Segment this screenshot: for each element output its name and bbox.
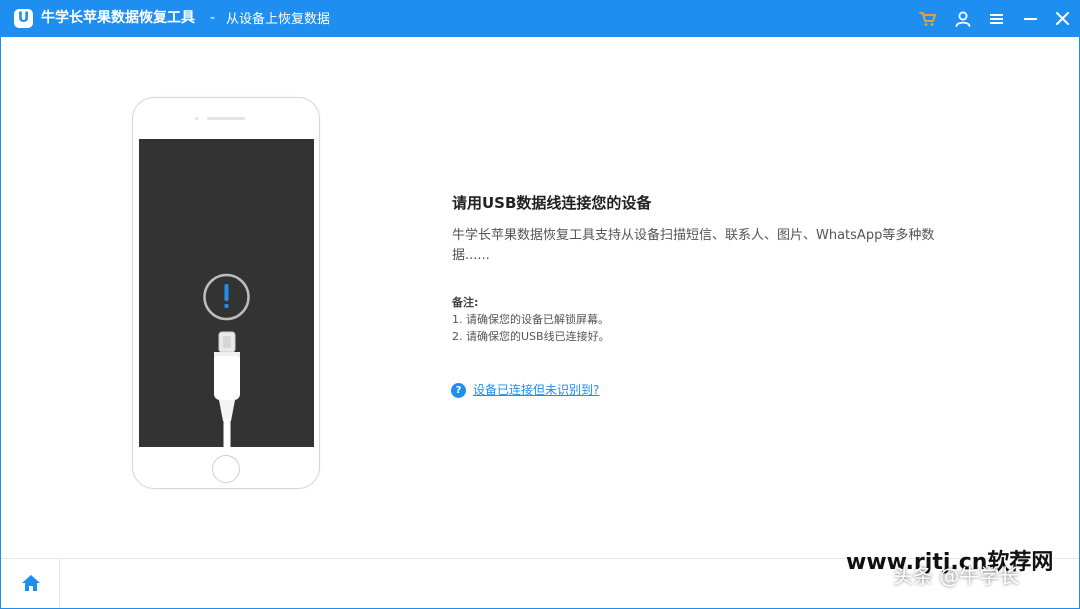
page-subtitle: 从设备上恢复数据 <box>226 12 331 27</box>
phone-speaker <box>207 117 245 120</box>
user-icon[interactable] <box>953 9 973 29</box>
note-item: 2. 请确保您的USB线已连接好。 <box>452 330 610 343</box>
page-title: 请用USB数据线连接您的设备 <box>452 194 652 212</box>
phone-home-button <box>212 455 240 483</box>
title-bar: U 牛学长苹果数据恢复工具 - 从设备上恢复数据 <box>0 0 1080 37</box>
close-icon[interactable] <box>1053 9 1073 29</box>
menu-icon[interactable] <box>987 9 1007 29</box>
help-icon[interactable]: ? <box>451 383 466 398</box>
title-separator: - <box>210 10 216 26</box>
phone-screen <box>139 139 314 447</box>
home-button[interactable] <box>1 559 60 608</box>
usb-cable-illustration <box>203 273 250 447</box>
window-border-left <box>0 37 1 609</box>
cart-icon[interactable] <box>918 9 938 29</box>
description-text: 牛学长苹果数据恢复工具支持从设备扫描短信、联系人、图片、WhatsApp等多种数… <box>452 228 935 263</box>
note-title: 备注: <box>452 296 479 309</box>
app-title: 牛学长苹果数据恢复工具 <box>41 10 195 26</box>
device-not-recognized-link[interactable]: 设备已连接但未识别到? <box>473 383 599 398</box>
home-icon <box>22 575 40 591</box>
phone-camera <box>195 117 198 120</box>
watermark-author: 头条 @牛学长 <box>893 564 1020 588</box>
minimize-icon[interactable] <box>1021 9 1041 29</box>
app-logo: U <box>14 9 33 28</box>
note-item: 1. 请确保您的设备已解锁屏幕。 <box>452 313 609 326</box>
